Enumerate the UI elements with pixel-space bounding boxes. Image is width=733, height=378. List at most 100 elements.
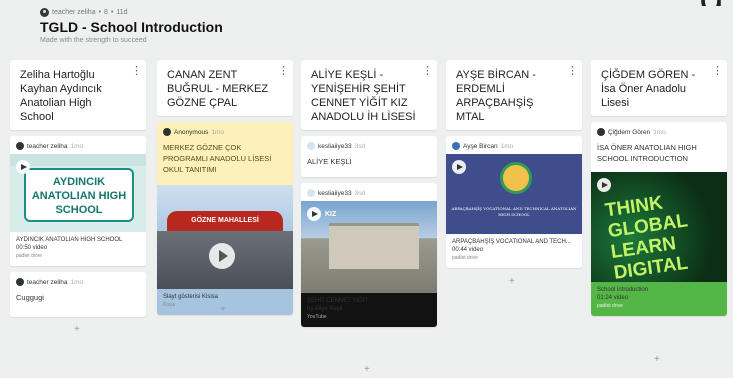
school-banner: AYDINCIK ANATOLIAN HIGH SCHOOL	[24, 168, 134, 222]
more-options-icon[interactable]: ⋮	[567, 66, 578, 77]
more-options-icon[interactable]: ⋮	[278, 66, 289, 77]
attachment-caption: ŞEHİT CENNET YİĞİT by Aliye Keşli YouTub…	[301, 293, 437, 327]
video-overlay-text: KIZ	[325, 211, 337, 218]
thumbnail-slogan: THINK GLOBAL LEARN DIGITAL	[603, 192, 690, 282]
post-card[interactable]: Ayşe Bircan 1mo ARPAÇBAHŞİŞ VOCATIONAL A…	[446, 136, 582, 268]
post-card[interactable]: teacher zeliha 1mo Cuggugi	[10, 272, 146, 317]
board-subtitle: Made with the strength to succeed	[40, 37, 147, 44]
column-title: AYŞE BİRCAN - ERDEMLİ ARPAÇBAHŞİŞ MTAL	[456, 69, 536, 123]
anonymous-avatar-icon	[163, 128, 171, 136]
post-author: Ayşe Bircan 1mo	[446, 136, 582, 154]
post-time: 1mo	[70, 142, 84, 150]
column-title: Zeliha Hartoğlu Kayhan Aydıncık Anatolia…	[20, 69, 102, 123]
column-title: ÇİĞDEM GÖREN - İsa Öner Anadolu Lisesi	[601, 69, 696, 109]
attachment-source: padlet drive	[452, 255, 478, 261]
attachment-caption: AYDINCIK ANATOLIAN HIGH SCHOOL 00:50 vid…	[10, 232, 146, 266]
board-meta: teacher zeliha • 8 • 11d	[40, 8, 223, 17]
author-name: kesliaiiye33	[318, 142, 352, 150]
post-author: Anonymous 1mo	[157, 122, 293, 140]
attachment-source: padlet drive	[597, 303, 623, 309]
video-thumbnail[interactable]: AYDINCIK ANATOLIAN HIGH SCHOOL	[10, 154, 146, 232]
likes-count: 8	[104, 9, 108, 16]
post-author: kesliaiiye33 3sd	[301, 183, 437, 201]
column-title: ALİYE KEŞLİ - YENİŞEHİR ŞEHİT CENNET YİĞ…	[311, 69, 416, 123]
column-aliye: ALİYE KEŞLİ - YENİŞEHİR ŞEHİT CENNET YİĞ…	[301, 60, 437, 327]
column-canan: CANAN ZENT BUĞRUL - MERKEZ GÖZNE ÇPAL ⋮ …	[157, 60, 293, 315]
author-avatar-icon	[307, 189, 315, 197]
column-cigdem: ÇİĞDEM GÖREN - İsa Öner Anadolu Lisesi ⋮…	[591, 60, 727, 316]
post-card-anonymous[interactable]: Anonymous 1mo MERKEZ GÖZNE ÇOK PROGRAMLI…	[157, 122, 293, 315]
column-zeliha: Zeliha Hartoğlu Kayhan Aydıncık Anatolia…	[10, 60, 146, 317]
board-header: teacher zeliha • 8 • 11d TGLD - School I…	[40, 8, 223, 44]
author-avatar-icon	[597, 128, 605, 136]
post-time: 1mo	[653, 128, 666, 136]
attachment-source: YouTube	[307, 314, 327, 320]
post-author: kesliaiiye33 3sd	[301, 136, 437, 154]
cropped-glyph: g	[699, 0, 724, 6]
video-thumbnail[interactable]: ARPAÇBAHŞİŞ VOCATIONAL AND TECHNICAL ANA…	[446, 154, 582, 234]
attachment-title: ŞEHİT CENNET YİĞİT	[307, 298, 369, 304]
add-post-button[interactable]: +	[654, 354, 660, 365]
author-name: Anonymous	[174, 128, 209, 136]
play-icon[interactable]	[307, 207, 321, 221]
author-name: teacher zeliha	[27, 142, 68, 150]
play-icon[interactable]	[597, 178, 611, 192]
cropped-heading-fragment: g	[0, 0, 733, 6]
column-header: Zeliha Hartoğlu Kayhan Aydıncık Anatolia…	[10, 60, 146, 130]
column-header: AYŞE BİRCAN - ERDEMLİ ARPAÇBAHŞİŞ MTAL ⋮	[446, 60, 582, 130]
attachment-duration: 00:44 video	[452, 247, 484, 253]
post-time: 1mo	[70, 278, 84, 286]
attachment-source: padlet drive	[16, 253, 42, 259]
thumbnail-school-name: ARPAÇBAHŞİŞ VOCATIONAL AND TECHNICAL ANA…	[451, 206, 577, 217]
author-name: Çiğdem Gören	[608, 128, 651, 136]
separator-dot: •	[110, 9, 114, 16]
more-options-icon[interactable]: ⋮	[712, 66, 723, 77]
play-icon[interactable]	[452, 160, 466, 174]
post-author: teacher zeliha 1mo	[10, 272, 146, 290]
post-body: Cuggugi	[16, 293, 44, 302]
column-header: ÇİĞDEM GÖREN - İsa Öner Anadolu Lisesi ⋮	[591, 60, 727, 116]
attachment-duration: 01:24 video	[597, 295, 629, 301]
slideshow-thumbnail[interactable]: GÖZNE MAHALLESİ	[157, 185, 293, 289]
more-options-icon[interactable]: ⋮	[422, 66, 433, 77]
attachment-author: by Aliye Keşli	[307, 306, 343, 312]
author-name: Ayşe Bircan	[463, 142, 498, 150]
post-time: 1mo	[211, 128, 224, 136]
attachment-caption: ARPAÇBAHŞİŞ VOCATIONAL AND TECH... 00:44…	[446, 234, 582, 268]
board-title: TGLD - School Introduction	[40, 19, 223, 35]
add-post-button[interactable]: +	[220, 304, 226, 315]
post-body: MERKEZ GÖZNE ÇOK PROGRAMLI ANADOLU LİSES…	[163, 143, 272, 174]
author-avatar-icon	[452, 142, 460, 150]
attachment-title: Slayt gösterisi Kisisa	[163, 294, 219, 300]
author-name: teacher zeliha	[27, 278, 68, 286]
video-thumbnail[interactable]: THINK GLOBAL LEARN DIGITAL	[591, 172, 727, 282]
post-body: ALİYE KEŞLİ	[307, 157, 352, 166]
attachment-title: ARPAÇBAHŞİŞ VOCATIONAL AND TECH...	[452, 239, 571, 245]
column-ayse: AYŞE BİRCAN - ERDEMLİ ARPAÇBAHŞİŞ MTAL ⋮…	[446, 60, 582, 268]
attachment-source: Kissa	[163, 302, 176, 308]
attachment-duration: 00:50 video	[16, 245, 48, 251]
more-options-icon[interactable]: ⋮	[131, 66, 142, 77]
post-card[interactable]: kesliaiiye33 3sd KIZ ŞEHİT CENNET YİĞİT …	[301, 183, 437, 327]
author-avatar-icon[interactable]	[40, 8, 49, 17]
column-title: CANAN ZENT BUĞRUL - MERKEZ GÖZNE ÇPAL	[167, 69, 269, 109]
post-time: 1mo	[500, 142, 514, 150]
post-body: İSA ÖNER ANATOLIAN HIGH SCHOOL INTRODUCT…	[597, 143, 697, 163]
post-card[interactable]: kesliaiiye33 3sd ALİYE KEŞLİ	[301, 136, 437, 177]
play-icon[interactable]	[16, 160, 30, 174]
author-name: kesliaiiye33	[318, 189, 352, 197]
video-thumbnail[interactable]: KIZ	[301, 201, 437, 293]
post-author: teacher zeliha 1mo	[10, 136, 146, 154]
add-post-button[interactable]: +	[509, 276, 515, 287]
author-avatar-icon	[16, 142, 24, 150]
column-header: CANAN ZENT BUĞRUL - MERKEZ GÖZNE ÇPAL ⋮	[157, 60, 293, 116]
post-time: 3sd	[354, 189, 366, 197]
board-author[interactable]: teacher zeliha	[52, 9, 96, 16]
play-icon[interactable]	[209, 243, 235, 269]
post-card[interactable]: Çiğdem Gören 1mo İSA ÖNER ANATOLIAN HIGH…	[591, 122, 727, 316]
post-time: 3sd	[354, 142, 366, 150]
post-card[interactable]: teacher zeliha 1mo AYDINCIK ANATOLIAN HI…	[10, 136, 146, 266]
add-post-button[interactable]: +	[364, 364, 370, 375]
attachment-title: AYDINCIK ANATOLIAN HIGH SCHOOL	[16, 237, 123, 243]
add-post-button[interactable]: +	[74, 324, 80, 335]
